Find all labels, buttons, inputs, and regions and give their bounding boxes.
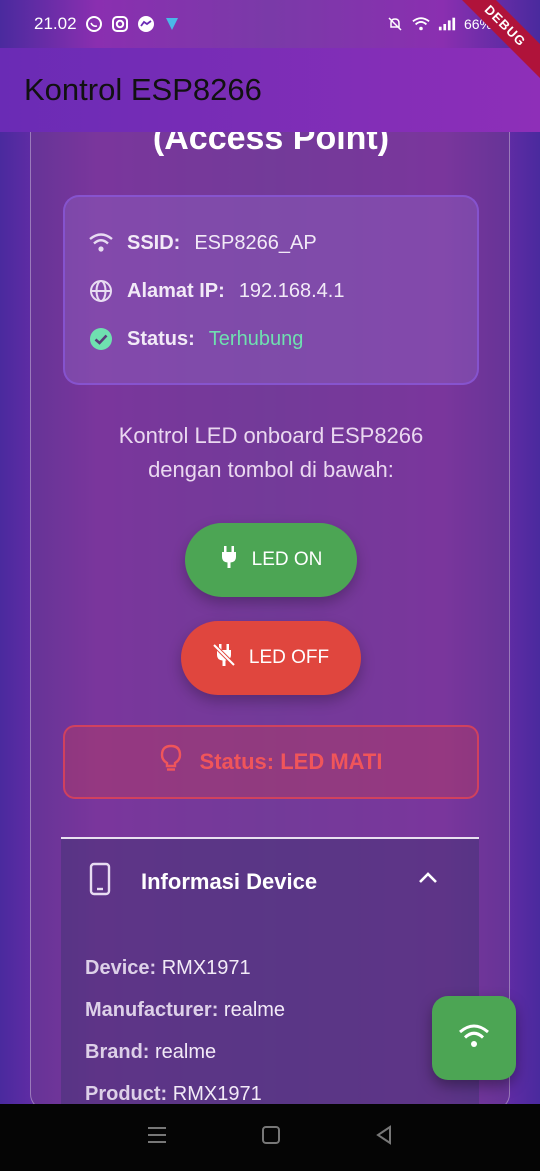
manufacturer-row: Manufacturer: realme — [85, 999, 285, 1022]
device-info-header[interactable]: Informasi Device — [61, 839, 479, 925]
menu-icon[interactable] — [146, 1125, 168, 1150]
description-line-2: dengan tombol di bawah: — [148, 457, 394, 482]
app-bar: Kontrol ESP8266 — [0, 48, 540, 132]
brand-value: realme — [155, 1041, 217, 1063]
ip-label: Alamat IP: — [127, 279, 225, 302]
status-value: Terhubung — [208, 327, 304, 350]
whatsapp-icon — [85, 15, 103, 33]
access-point-card: (Access Point) SSID: ESP8266_AP Alamat I… — [30, 100, 510, 1110]
product-value: RMX1971 — [172, 1083, 262, 1105]
chevron-up-icon[interactable] — [417, 867, 439, 895]
ssid-row: SSID: ESP8266_AP — [89, 231, 317, 255]
back-icon[interactable] — [374, 1125, 394, 1150]
wifi-icon — [459, 1024, 489, 1053]
app-icon — [163, 15, 181, 33]
instagram-icon — [111, 15, 129, 33]
device-row: Device: RMX1971 — [85, 957, 251, 980]
brand-label: Brand: — [85, 1041, 150, 1063]
led-status-text: Status: LED MATI — [199, 749, 383, 774]
signal-icon — [438, 15, 456, 33]
manufacturer-value: realme — [223, 999, 286, 1021]
system-nav-bar — [0, 1104, 540, 1171]
ip-value: 192.168.4.1 — [238, 279, 345, 302]
app-title: Kontrol ESP8266 — [24, 72, 262, 107]
globe-icon — [89, 279, 113, 303]
messenger-icon — [137, 15, 155, 33]
home-icon[interactable] — [261, 1125, 281, 1150]
device-info-title: Informasi Device — [141, 869, 318, 894]
led-on-label: LED ON — [251, 549, 323, 570]
product-row: Product: RMX1971 — [85, 1083, 262, 1106]
clock: 21.02 — [34, 14, 77, 33]
ssid-value: ESP8266_AP — [194, 231, 317, 254]
ssid-label: SSID: — [127, 231, 181, 254]
brand-row: Brand: realme — [85, 1041, 216, 1064]
plug-off-icon — [212, 643, 236, 673]
mute-icon — [386, 15, 404, 33]
description: Kontrol LED onboard ESP8266 dengan tombo… — [31, 419, 509, 487]
led-off-button[interactable]: LED OFF — [181, 621, 361, 695]
led-status-box: Status: LED MATI — [63, 725, 479, 799]
connection-info-box: SSID: ESP8266_AP Alamat IP: 192.168.4.1 … — [63, 195, 479, 385]
wifi-fab-button[interactable] — [432, 996, 516, 1080]
wifi-icon — [412, 15, 430, 33]
wifi-icon — [89, 231, 113, 255]
product-label: Product: — [85, 1083, 168, 1105]
check-circle-icon — [89, 327, 113, 351]
ip-row: Alamat IP: 192.168.4.1 — [89, 279, 344, 303]
manufacturer-label: Manufacturer: — [85, 999, 219, 1021]
status-row: Status: Terhubung — [89, 327, 303, 351]
led-on-button[interactable]: LED ON — [185, 523, 357, 597]
device-info-panel: Informasi Device Device: RMX1971 Manufac… — [61, 839, 479, 1109]
description-line-1: Kontrol LED onboard ESP8266 — [118, 423, 424, 448]
device-label: Device: — [85, 957, 157, 979]
lightbulb-icon — [160, 744, 182, 780]
led-off-label: LED OFF — [248, 647, 330, 668]
status-bar: 21.02 66% — [0, 0, 540, 48]
plug-icon — [220, 545, 238, 575]
device-value: RMX1971 — [161, 957, 251, 979]
phone-icon — [89, 862, 111, 902]
status-label: Status: — [127, 327, 195, 350]
